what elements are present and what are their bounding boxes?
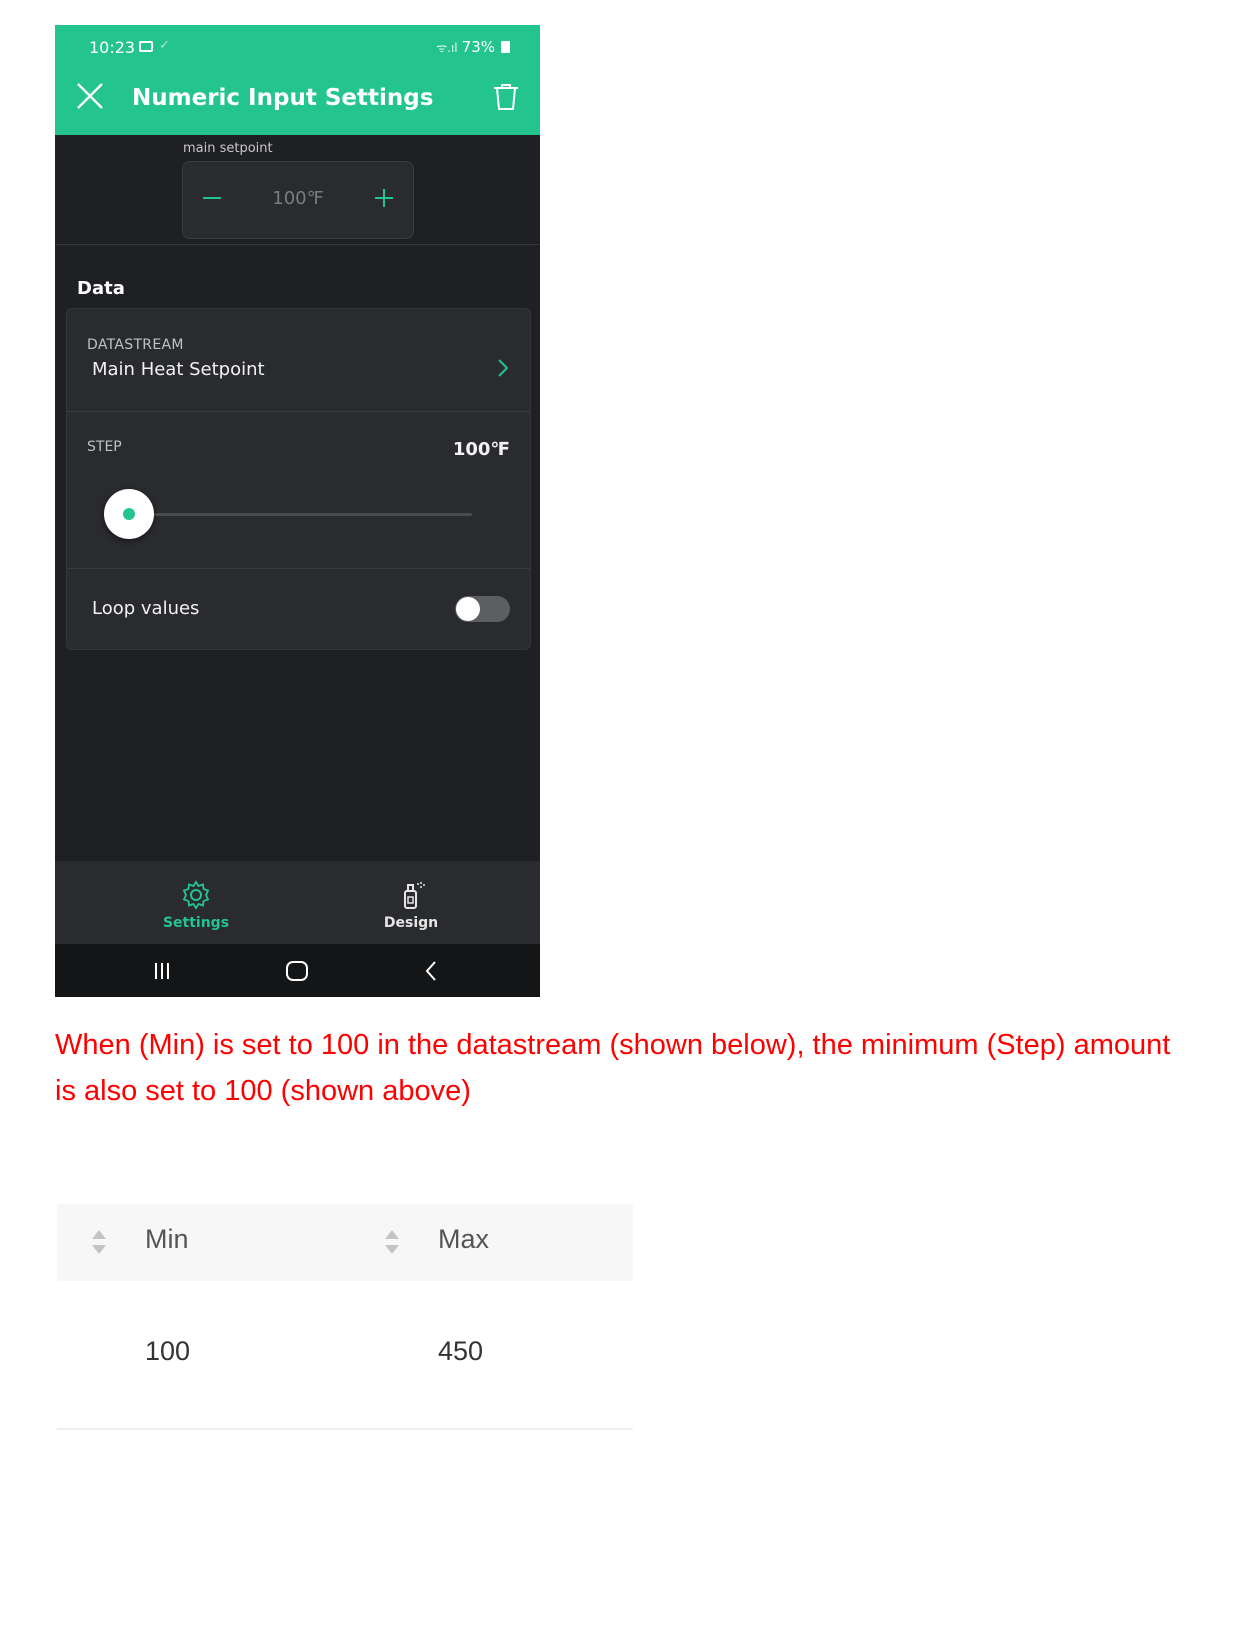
divider (55, 244, 540, 245)
preview-label: main setpoint (183, 141, 273, 156)
spray-can-icon (404, 882, 425, 909)
gallery-notification-icon (139, 41, 153, 52)
status-time: 10:23 (89, 38, 136, 57)
datastream-value: Main Heat Setpoint (92, 359, 265, 380)
phone-screenshot: 10:23 ✓ ᯤ.ıl 73% Numeric Input Settings … (55, 25, 540, 997)
data-settings-card: DATASTREAM Main Heat Setpoint STEP 100℉ … (66, 308, 531, 650)
table-header: Min Max (57, 1204, 633, 1281)
sort-icon[interactable] (91, 1229, 107, 1255)
tab-design-label: Design (383, 915, 439, 931)
loop-values-label: Loop values (92, 598, 200, 619)
column-header-max[interactable]: Max (438, 1224, 489, 1255)
datastream-label: DATASTREAM (87, 337, 184, 353)
step-slider-track[interactable] (147, 513, 472, 516)
back-icon[interactable] (420, 959, 444, 983)
page-title: Numeric Input Settings (132, 85, 434, 111)
table-cell-max: 450 (438, 1336, 484, 1366)
system-nav-bar (55, 944, 540, 997)
tab-design[interactable]: Design (331, 861, 491, 944)
step-label: STEP (87, 439, 122, 455)
chevron-right-icon (498, 359, 509, 377)
battery-icon (501, 41, 510, 53)
datastream-row[interactable]: DATASTREAM Main Heat Setpoint (67, 309, 530, 412)
column-header-min[interactable]: Min (145, 1224, 189, 1255)
gear-icon (182, 880, 210, 910)
step-row: STEP 100℉ (67, 411, 530, 569)
status-indicators: ᯤ.ıl 73% (436, 38, 510, 56)
home-icon[interactable] (285, 959, 309, 983)
sort-icon[interactable] (384, 1229, 400, 1255)
loop-values-row: Loop values (67, 568, 530, 650)
annotation-note: When (Min) is set to 100 in the datastre… (55, 1029, 1171, 1107)
numeric-input-preview: 100℉ (182, 161, 414, 239)
tab-settings[interactable]: Settings (116, 861, 276, 944)
trash-icon[interactable] (490, 81, 522, 113)
table-cell-min: 100 (145, 1336, 191, 1366)
section-title-data: Data (77, 278, 125, 299)
check-notification-icon: ✓ (159, 38, 170, 53)
toggle-knob (456, 597, 480, 621)
plus-icon[interactable] (373, 187, 395, 209)
app-bar: 10:23 ✓ ᯤ.ıl 73% Numeric Input Settings (55, 25, 540, 135)
loop-values-toggle[interactable] (455, 596, 510, 622)
wifi-signal-icon: ᯤ.ıl (436, 40, 458, 55)
battery-level: 73% (461, 38, 495, 56)
tab-settings-label: Settings (162, 915, 230, 931)
close-icon[interactable] (75, 81, 105, 111)
datastream-table: Min Max 100 450 (57, 1204, 633, 1430)
step-value: 100℉ (452, 439, 510, 460)
recent-apps-icon[interactable] (150, 959, 174, 983)
table-row-divider (57, 1428, 633, 1430)
bottom-tab-bar: Settings Design (55, 861, 540, 944)
step-slider-thumb[interactable] (104, 489, 154, 539)
slider-thumb-dot (123, 508, 135, 520)
